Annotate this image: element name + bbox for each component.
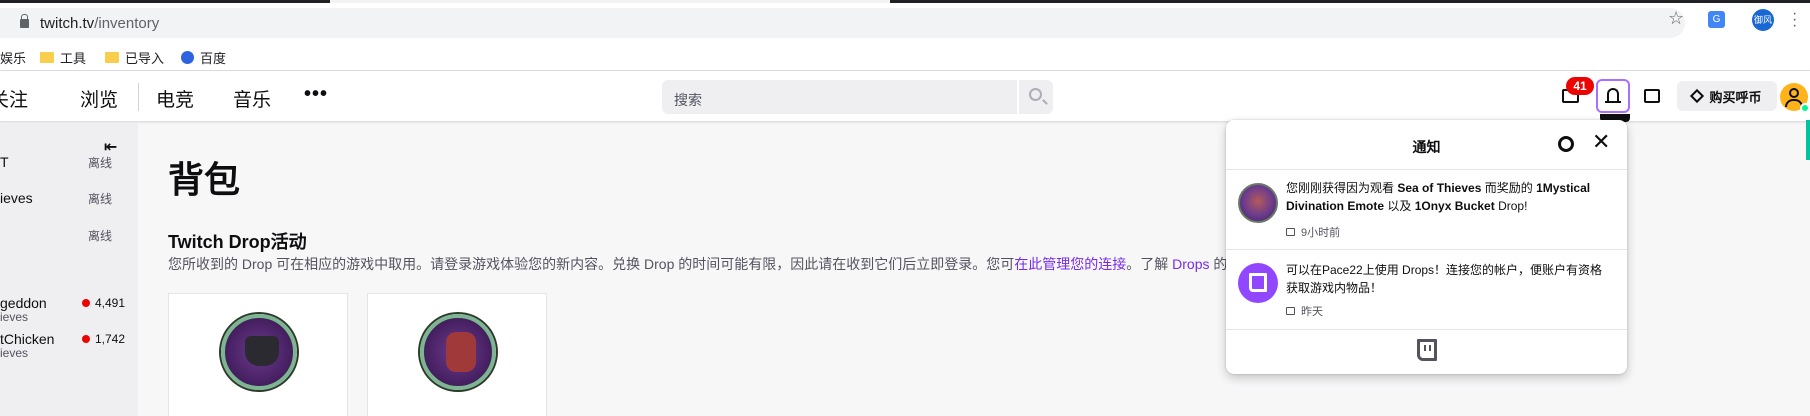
- close-icon[interactable]: ✕: [1592, 131, 1610, 153]
- more-menu-icon[interactable]: •••: [304, 83, 328, 106]
- notification-thumbnail: [1238, 183, 1278, 223]
- onyx-bucket-image: [221, 314, 297, 390]
- scrollbar-edge[interactable]: [1806, 120, 1810, 160]
- live-dot-icon: [82, 299, 90, 307]
- emote-figure-icon: [446, 332, 476, 372]
- manage-connections-link[interactable]: 在此管理您的连接: [1014, 256, 1126, 272]
- omnibox[interactable]: twitch.tv/inventory: [0, 8, 1685, 38]
- bookmark-label: 工具: [60, 51, 87, 66]
- bookmark-star-icon[interactable]: ☆: [1668, 8, 1684, 29]
- nav-browse[interactable]: 浏览: [80, 85, 118, 112]
- bookmark-imported[interactable]: 已导入: [105, 48, 164, 67]
- notifications-button[interactable]: [1596, 79, 1630, 113]
- drop-card[interactable]: [367, 293, 547, 416]
- notifications-header: 通知 ✕: [1226, 120, 1627, 170]
- online-status-dot: [1800, 103, 1810, 113]
- inbox-badge: 41: [1566, 77, 1594, 95]
- buy-bits-button[interactable]: 购买呼币: [1677, 81, 1777, 111]
- profile-avatar[interactable]: 御风: [1752, 9, 1774, 31]
- twitch-top-nav: 关注 浏览 电竞 音乐 ••• 搜索 41 购买呼币: [0, 71, 1810, 122]
- channel-status: 离线: [88, 156, 113, 170]
- notification-text: 您刚刚获得因为观看 Sea of Thieves 而奖励的 1Mystical …: [1286, 181, 1591, 213]
- bookmark-baidu[interactable]: 百度: [181, 48, 226, 67]
- lock-icon[interactable]: [20, 14, 29, 28]
- twitch-logo-thumbnail: [1238, 263, 1278, 303]
- channel-status: 离线: [88, 229, 113, 243]
- bookmark-label: 娱乐: [0, 51, 27, 66]
- browser-menu-icon[interactable]: · · ·: [1792, 6, 1798, 34]
- bucket-icon: [245, 336, 279, 366]
- notifications-panel: 通知 ✕ 您刚刚获得因为观看 Sea of Thieves 而奖励的 1Myst…: [1226, 120, 1627, 374]
- nav-music[interactable]: 音乐: [233, 85, 271, 112]
- page-title: 背包: [168, 159, 241, 200]
- channel-name: tChicken: [0, 331, 55, 347]
- chat-bubble-icon: [1286, 228, 1295, 236]
- notification-text: 可以在Pace22上使用 Drops！连接您的帐户，便账户有资格获取游戏内物品！: [1286, 263, 1603, 295]
- search-button[interactable]: [1019, 80, 1053, 114]
- bookmark-label: 已导入: [125, 51, 165, 66]
- folder-icon: [40, 52, 54, 63]
- gear-icon[interactable]: [1558, 136, 1574, 152]
- channel-name: geddon: [0, 295, 47, 311]
- section-title: Twitch Drop活动: [168, 232, 307, 252]
- bookmarks-bar: 娱乐 工具 已导入 百度: [0, 41, 1810, 71]
- whispers-icon[interactable]: [1644, 89, 1660, 103]
- notification-item[interactable]: 您刚刚获得因为观看 Sea of Thieves 而奖励的 1Mystical …: [1226, 171, 1627, 250]
- channel-viewers: 4,491: [82, 296, 125, 310]
- buy-bits-label: 购买呼币: [1709, 89, 1762, 105]
- bell-icon: [1605, 88, 1621, 103]
- channel-name: T: [0, 154, 9, 170]
- channel-viewers: 1,742: [82, 332, 125, 346]
- browser-address-bar: twitch.tv/inventory ☆ G 御风 · · ·: [0, 3, 1810, 41]
- drop-card[interactable]: [168, 293, 348, 416]
- live-dot-icon: [82, 335, 90, 343]
- channel-game: ieves: [0, 346, 29, 360]
- baidu-paw-icon: [181, 51, 194, 64]
- twitch-glitch-icon: [1417, 339, 1437, 361]
- channel-status: 离线: [88, 192, 113, 206]
- drops-description: 您所收到的 Drop 可在相应的游戏中取用。请登录游戏体验您的新内容。兑换 Dr…: [168, 256, 1228, 272]
- chat-bubble-icon: [1286, 307, 1295, 315]
- nav-following[interactable]: 关注: [0, 85, 28, 112]
- bits-gem-icon: [1690, 88, 1705, 104]
- notification-item[interactable]: 可以在Pace22上使用 Drops！连接您的帐户，便账户有资格获取游戏内物品！…: [1226, 251, 1627, 330]
- followed-channels-sidebar: ⇤ T 离线 ieves 离线 离线 geddon ieves 4,491 tC…: [0, 123, 138, 416]
- translate-icon[interactable]: G: [1708, 11, 1725, 28]
- search-icon: [1029, 88, 1042, 101]
- folder-icon: [105, 52, 119, 63]
- channel-name: ieves: [0, 190, 33, 206]
- user-head-icon: [1789, 88, 1799, 98]
- bookmark-yule[interactable]: 娱乐: [0, 48, 26, 67]
- nav-divider: [138, 83, 139, 111]
- channel-game: ieves: [0, 310, 29, 324]
- bookmark-tools[interactable]: 工具: [40, 48, 86, 67]
- nav-esports[interactable]: 电竞: [156, 85, 194, 112]
- url-text[interactable]: twitch.tv/inventory: [40, 15, 159, 32]
- drops-link[interactable]: Drops: [1172, 256, 1209, 272]
- notification-time: 9小时前: [1286, 224, 1340, 240]
- twitch-glitch-icon: [1249, 273, 1267, 292]
- notification-time: 昨天: [1286, 303, 1323, 319]
- bookmark-label: 百度: [200, 51, 227, 66]
- mystical-emote-image: [420, 314, 496, 390]
- search-input[interactable]: 搜索: [662, 80, 1017, 114]
